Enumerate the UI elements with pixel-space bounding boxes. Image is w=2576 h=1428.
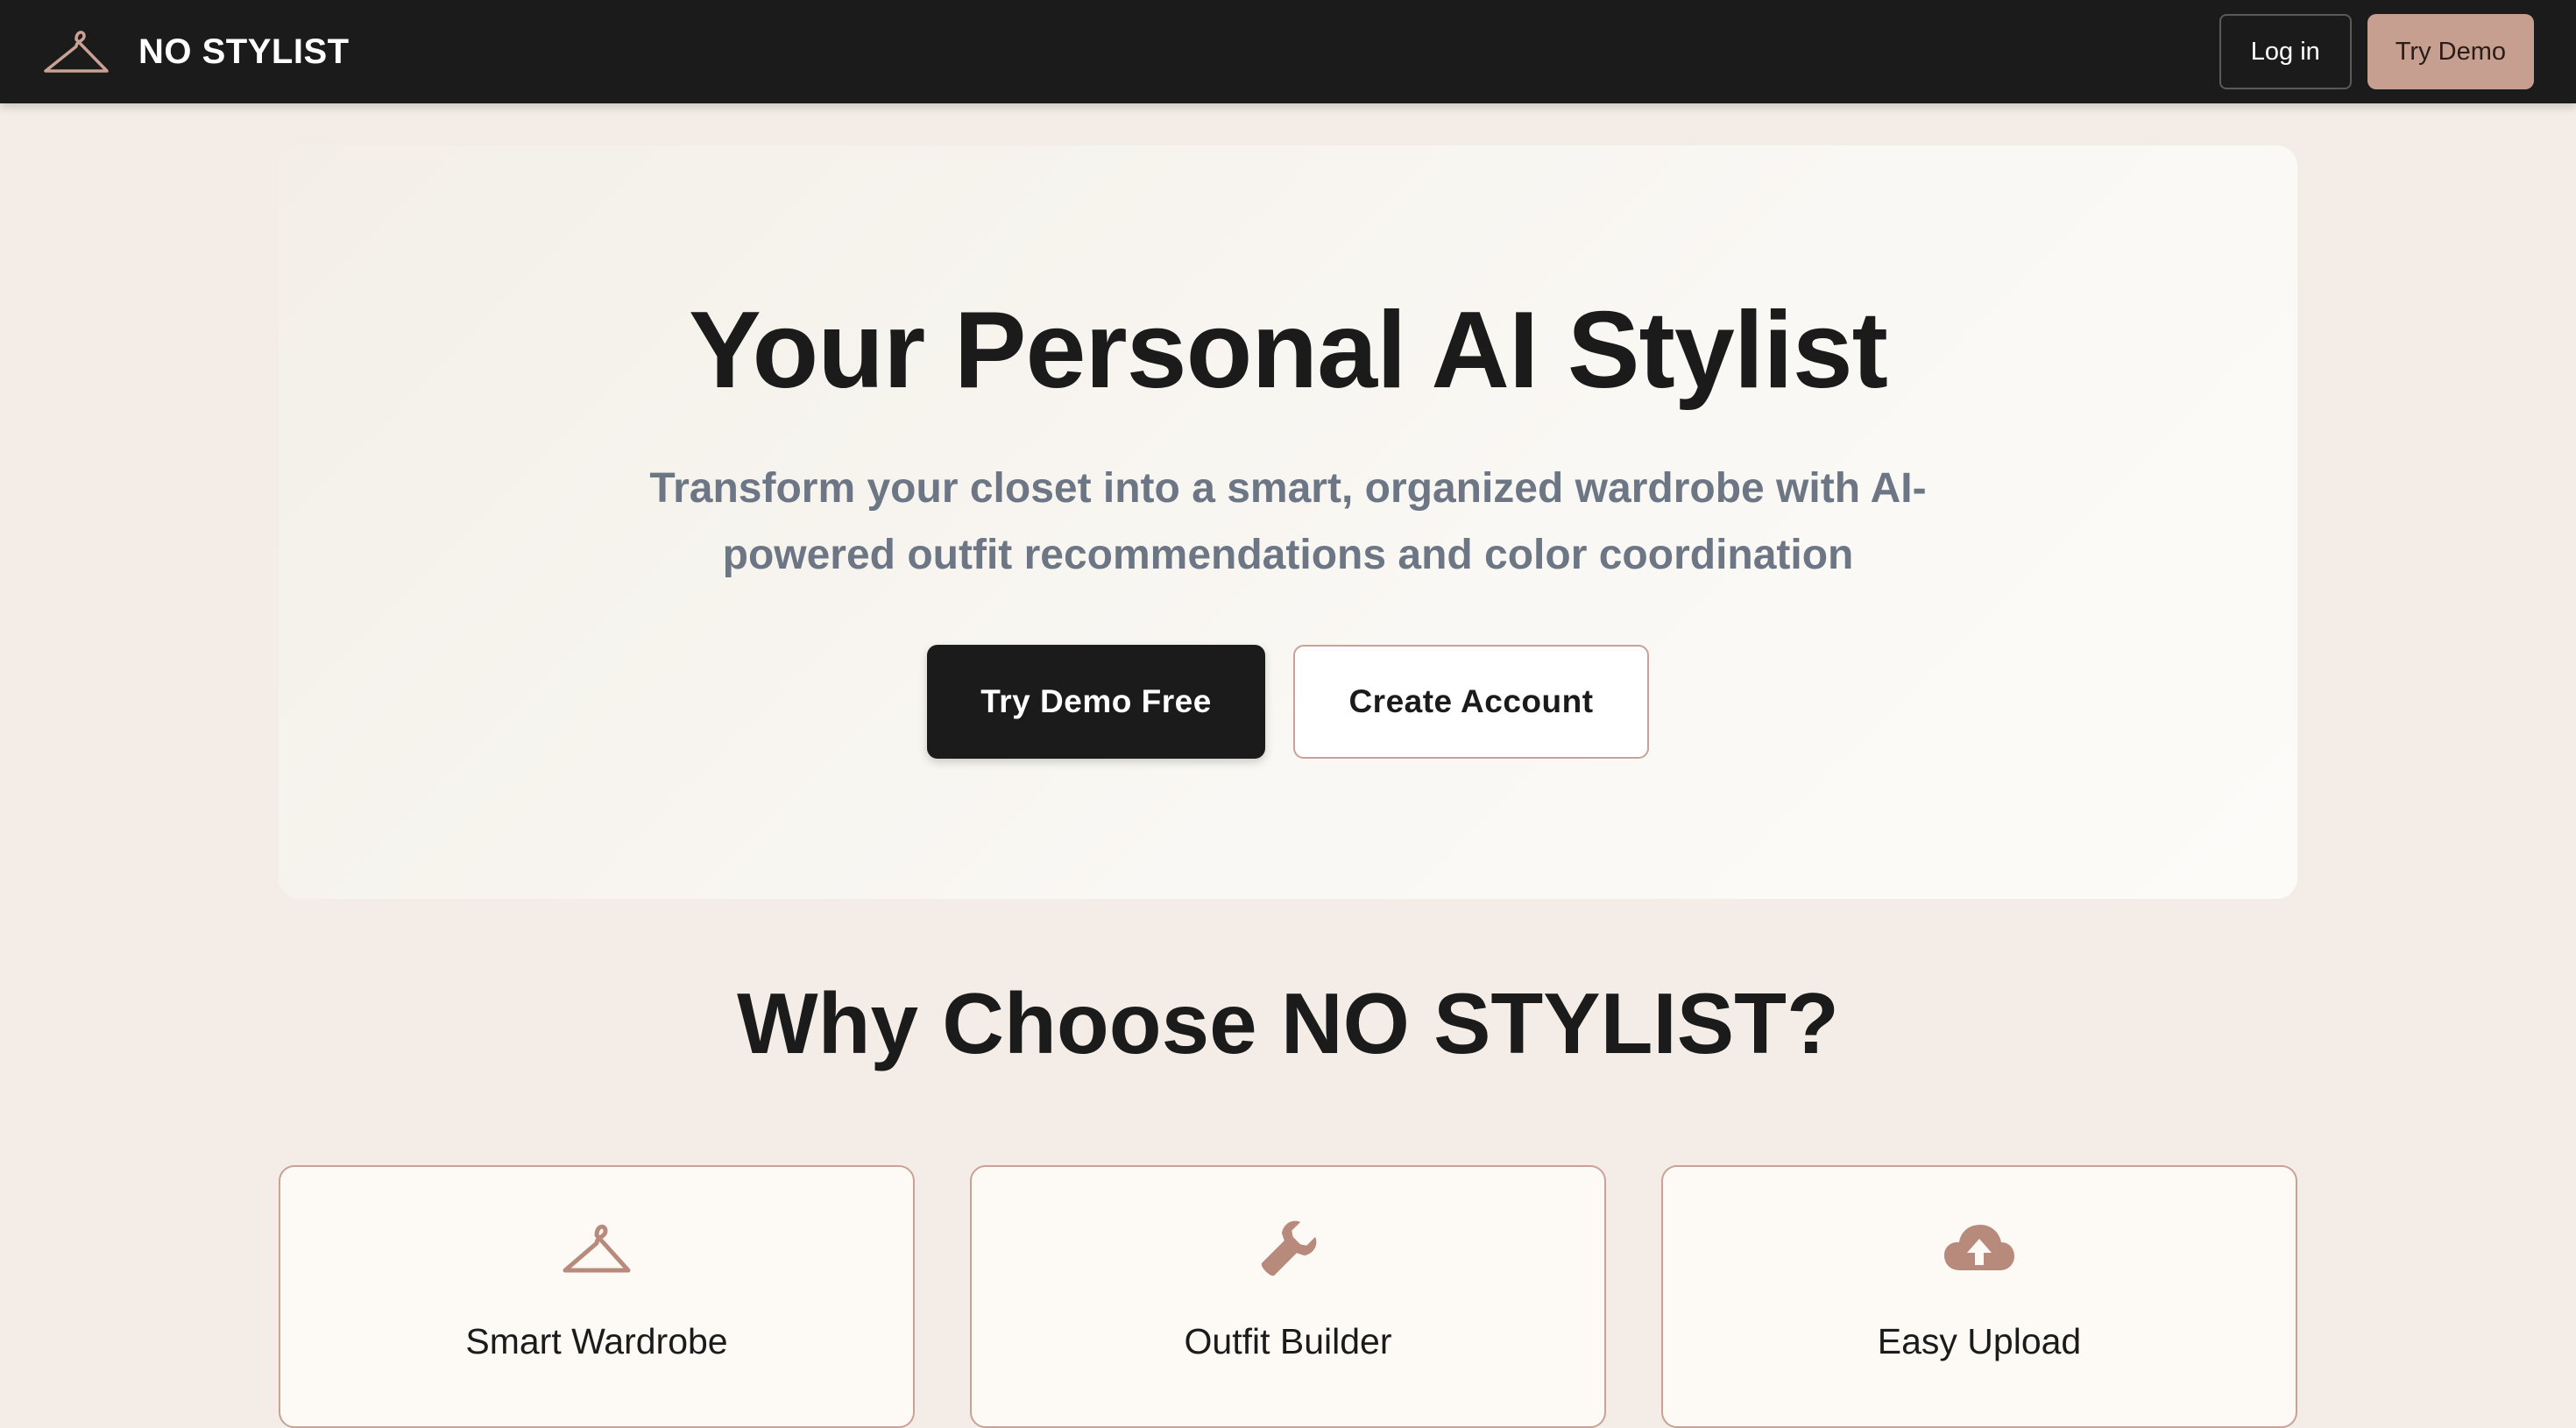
hero-title: Your Personal AI Stylist	[689, 290, 1888, 411]
feature-card-outfit-builder: Outfit Builder	[970, 1165, 1606, 1428]
feature-title: Outfit Builder	[1184, 1321, 1392, 1361]
brand-logo-link[interactable]: NO STYLIST	[42, 25, 350, 78]
header-actions: Log in Try Demo	[2219, 14, 2534, 89]
wrench-icon	[1261, 1220, 1317, 1276]
create-account-button[interactable]: Create Account	[1293, 645, 1649, 759]
feature-card-smart-wardrobe: Smart Wardrobe	[279, 1165, 915, 1428]
try-demo-button[interactable]: Try Demo	[2367, 14, 2534, 89]
feature-card-easy-upload: Easy Upload	[1661, 1165, 2297, 1428]
brand-name: NO STYLIST	[138, 32, 350, 71]
hero-subtitle: Transform your closet into a smart, orga…	[649, 465, 1927, 578]
top-navbar: NO STYLIST Log in Try Demo	[0, 0, 2576, 103]
hero-cta-group: Try Demo Free Create Account	[279, 645, 2297, 759]
hanger-icon	[563, 1224, 631, 1273]
features-grid: Smart Wardrobe Outfit Builder Easy Uploa…	[279, 1165, 2297, 1428]
feature-title: Smart Wardrobe	[465, 1321, 728, 1361]
feature-title: Easy Upload	[1877, 1321, 2082, 1361]
hero-section: Your Personal AI Stylist Transform your …	[279, 145, 2297, 899]
cloud-upload-icon	[1944, 1225, 2014, 1270]
try-demo-free-button[interactable]: Try Demo Free	[927, 645, 1265, 759]
features-heading: Why Choose NO STYLIST?	[737, 975, 1839, 1071]
hanger-icon	[44, 31, 109, 73]
login-button[interactable]: Log in	[2219, 14, 2352, 89]
